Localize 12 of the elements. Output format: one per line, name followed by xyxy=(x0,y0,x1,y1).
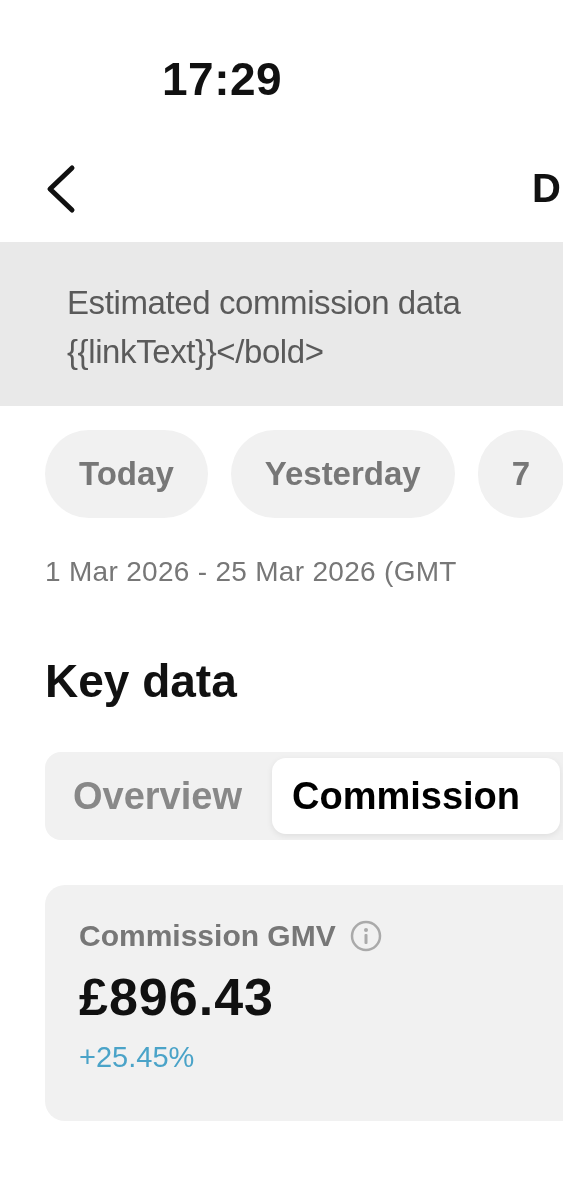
notice-text: Estimated commission data {{linkText}}</bold> xyxy=(67,283,461,372)
metric-label: Commission GMV xyxy=(79,919,336,953)
date-chip[interactable]: Yesterday xyxy=(230,430,455,518)
page-title: D xyxy=(532,166,561,211)
metric-value: £896.43 xyxy=(79,967,274,1027)
date-chip[interactable]: Today xyxy=(45,430,208,518)
status-time: 17:29 xyxy=(162,52,283,106)
date-chip[interactable]: 7 xyxy=(477,430,563,518)
date-range: 1 Mar 2026 - 25 Mar 2026 (GMT xyxy=(45,556,457,588)
metric-change: +25.45% xyxy=(79,1041,195,1074)
tab[interactable]: Commission xyxy=(272,758,561,834)
tab[interactable]: Overview xyxy=(53,758,262,834)
